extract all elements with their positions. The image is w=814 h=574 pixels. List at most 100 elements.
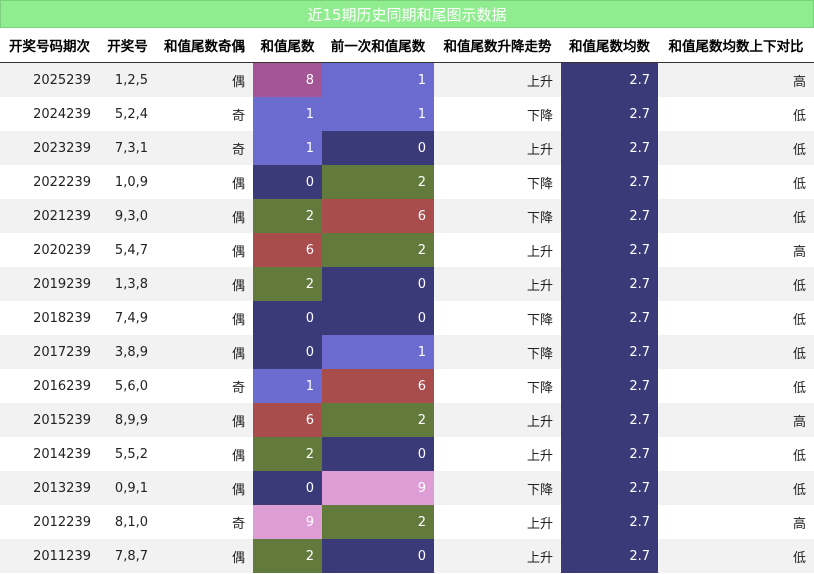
cell-avg: 2.7 xyxy=(561,131,658,165)
table-row: 2014239 5,5,2 偶 2 0 上升 2.7 低 xyxy=(0,437,814,471)
header-prev-tail: 前一次和值尾数 xyxy=(322,28,434,63)
cell-trend: 上升 xyxy=(434,437,561,471)
header-numbers: 开奖号 xyxy=(99,28,156,63)
cell-avg: 2.7 xyxy=(561,267,658,301)
cell-period: 2018239 xyxy=(0,301,99,335)
cell-trend: 下降 xyxy=(434,165,561,199)
cell-numbers: 7,8,7 xyxy=(99,539,156,573)
cell-numbers: 5,4,7 xyxy=(99,233,156,267)
cell-compare: 低 xyxy=(658,199,814,233)
cell-trend: 下降 xyxy=(434,471,561,505)
cell-prev-tail: 0 xyxy=(322,301,434,335)
cell-compare: 高 xyxy=(658,233,814,267)
cell-parity: 偶 xyxy=(156,199,253,233)
cell-trend: 上升 xyxy=(434,131,561,165)
cell-prev-tail: 1 xyxy=(322,97,434,131)
cell-parity: 偶 xyxy=(156,165,253,199)
cell-trend: 下降 xyxy=(434,199,561,233)
cell-parity: 奇 xyxy=(156,131,253,165)
table-row: 2015239 8,9,9 偶 6 2 上升 2.7 高 xyxy=(0,403,814,437)
cell-tail: 8 xyxy=(253,62,322,97)
cell-parity: 奇 xyxy=(156,97,253,131)
cell-parity: 偶 xyxy=(156,335,253,369)
cell-prev-tail: 2 xyxy=(322,165,434,199)
header-trend: 和值尾数升降走势 xyxy=(434,28,561,63)
cell-compare: 低 xyxy=(658,369,814,403)
cell-trend: 下降 xyxy=(434,369,561,403)
cell-avg: 2.7 xyxy=(561,403,658,437)
cell-period: 2023239 xyxy=(0,131,99,165)
cell-compare: 低 xyxy=(658,471,814,505)
cell-trend: 上升 xyxy=(434,62,561,97)
cell-avg: 2.7 xyxy=(561,165,658,199)
cell-numbers: 8,1,0 xyxy=(99,505,156,539)
cell-period: 2025239 xyxy=(0,62,99,97)
cell-avg: 2.7 xyxy=(561,505,658,539)
cell-prev-tail: 2 xyxy=(322,505,434,539)
header-parity: 和值尾数奇偶 xyxy=(156,28,253,63)
cell-compare: 低 xyxy=(658,539,814,573)
cell-tail: 6 xyxy=(253,233,322,267)
cell-prev-tail: 2 xyxy=(322,403,434,437)
cell-trend: 下降 xyxy=(434,97,561,131)
cell-compare: 低 xyxy=(658,437,814,471)
header-row: 开奖号码期次 开奖号 和值尾数奇偶 和值尾数 前一次和值尾数 和值尾数升降走势 … xyxy=(0,28,814,63)
cell-prev-tail: 0 xyxy=(322,267,434,301)
cell-tail: 2 xyxy=(253,539,322,573)
table-row: 2020239 5,4,7 偶 6 2 上升 2.7 高 xyxy=(0,233,814,267)
table-row: 2012239 8,1,0 奇 9 2 上升 2.7 高 xyxy=(0,505,814,539)
cell-numbers: 5,2,4 xyxy=(99,97,156,131)
cell-tail: 0 xyxy=(253,301,322,335)
cell-compare: 高 xyxy=(658,403,814,437)
cell-numbers: 9,3,0 xyxy=(99,199,156,233)
cell-prev-tail: 1 xyxy=(322,62,434,97)
cell-numbers: 1,0,9 xyxy=(99,165,156,199)
cell-avg: 2.7 xyxy=(561,233,658,267)
cell-avg: 2.7 xyxy=(561,301,658,335)
table-row: 2024239 5,2,4 奇 1 1 下降 2.7 低 xyxy=(0,97,814,131)
cell-parity: 偶 xyxy=(156,267,253,301)
cell-numbers: 1,3,8 xyxy=(99,267,156,301)
cell-prev-tail: 1 xyxy=(322,335,434,369)
cell-tail: 1 xyxy=(253,369,322,403)
cell-compare: 高 xyxy=(658,62,814,97)
cell-prev-tail: 6 xyxy=(322,199,434,233)
cell-period: 2022239 xyxy=(0,165,99,199)
cell-prev-tail: 2 xyxy=(322,233,434,267)
table-row: 2023239 7,3,1 奇 1 0 上升 2.7 低 xyxy=(0,131,814,165)
cell-period: 2012239 xyxy=(0,505,99,539)
cell-avg: 2.7 xyxy=(561,437,658,471)
cell-tail: 9 xyxy=(253,505,322,539)
cell-trend: 上升 xyxy=(434,267,561,301)
cell-avg: 2.7 xyxy=(561,199,658,233)
table-row: 2018239 7,4,9 偶 0 0 下降 2.7 低 xyxy=(0,301,814,335)
table-row: 2021239 9,3,0 偶 2 6 下降 2.7 低 xyxy=(0,199,814,233)
cell-compare: 低 xyxy=(658,165,814,199)
cell-parity: 偶 xyxy=(156,62,253,97)
cell-numbers: 5,6,0 xyxy=(99,369,156,403)
cell-prev-tail: 0 xyxy=(322,539,434,573)
cell-parity: 奇 xyxy=(156,369,253,403)
cell-numbers: 7,3,1 xyxy=(99,131,156,165)
table-row: 2013239 0,9,1 偶 0 9 下降 2.7 低 xyxy=(0,471,814,505)
cell-period: 2024239 xyxy=(0,97,99,131)
header-tail: 和值尾数 xyxy=(253,28,322,63)
cell-numbers: 8,9,9 xyxy=(99,403,156,437)
cell-avg: 2.7 xyxy=(561,471,658,505)
cell-prev-tail: 0 xyxy=(322,437,434,471)
cell-trend: 上升 xyxy=(434,233,561,267)
cell-numbers: 0,9,1 xyxy=(99,471,156,505)
cell-parity: 偶 xyxy=(156,403,253,437)
table-row: 2025239 1,2,5 偶 8 1 上升 2.7 高 xyxy=(0,62,814,97)
table-title: 近15期历史同期和尾图示数据 xyxy=(0,0,814,28)
cell-parity: 奇 xyxy=(156,505,253,539)
cell-compare: 低 xyxy=(658,335,814,369)
cell-numbers: 3,8,9 xyxy=(99,335,156,369)
header-period: 开奖号码期次 xyxy=(0,28,99,63)
header-avg: 和值尾数均数 xyxy=(561,28,658,63)
cell-avg: 2.7 xyxy=(561,369,658,403)
cell-prev-tail: 0 xyxy=(322,131,434,165)
cell-parity: 偶 xyxy=(156,301,253,335)
cell-period: 2021239 xyxy=(0,199,99,233)
cell-avg: 2.7 xyxy=(561,62,658,97)
